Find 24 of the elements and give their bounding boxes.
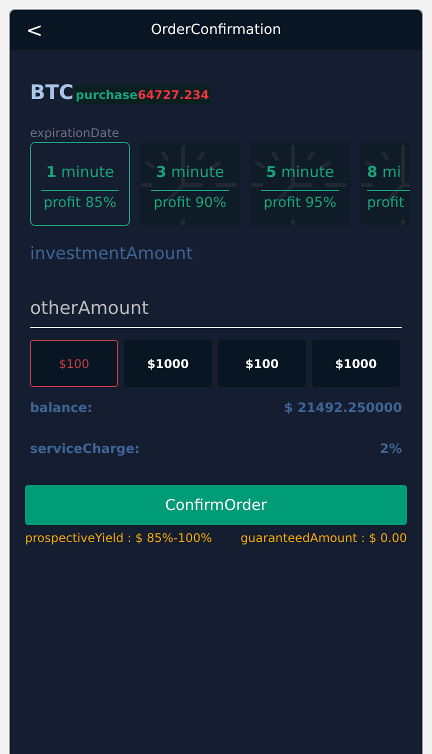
back-button[interactable]: < — [22, 18, 47, 42]
summary-label: serviceCharge: — [30, 442, 140, 457]
guaranteed-text: guaranteedAmount : $ 0.00 — [240, 531, 407, 545]
section-label: expirationDate — [30, 126, 120, 140]
amount-option[interactable]: $100 — [30, 340, 118, 387]
summary-label: balance: — [30, 401, 92, 416]
confirm-button[interactable]: ConfirmOrder — [25, 485, 407, 525]
purchase-price: purchase64727.234 — [74, 86, 212, 104]
amount-option[interactable]: $100 — [218, 340, 306, 387]
section-label: investmentAmount — [30, 244, 194, 264]
amount-option[interactable]: $1000 — [124, 340, 212, 387]
clock-icon — [251, 143, 349, 225]
clock-icon — [141, 143, 239, 225]
yield-text: prospectiveYield : $ 85%-100% — [25, 531, 212, 545]
duration-card[interactable]: 3 minute profit 90% — [140, 142, 240, 226]
page-title: OrderConfirmation — [150, 22, 282, 38]
summary-value: 2% — [380, 442, 402, 457]
amount-input[interactable]: otherAmount — [30, 294, 402, 328]
duration-card[interactable]: 8 mi profit — [360, 142, 410, 226]
duration-card[interactable]: 5 minute profit 95% — [250, 142, 350, 226]
duration-card[interactable]: 1 minute profit 85% — [30, 142, 130, 226]
amount-option[interactable]: $1000 — [312, 340, 400, 387]
coin-symbol: BTC — [30, 80, 74, 104]
summary-value: $ 21492.250000 — [284, 401, 402, 416]
